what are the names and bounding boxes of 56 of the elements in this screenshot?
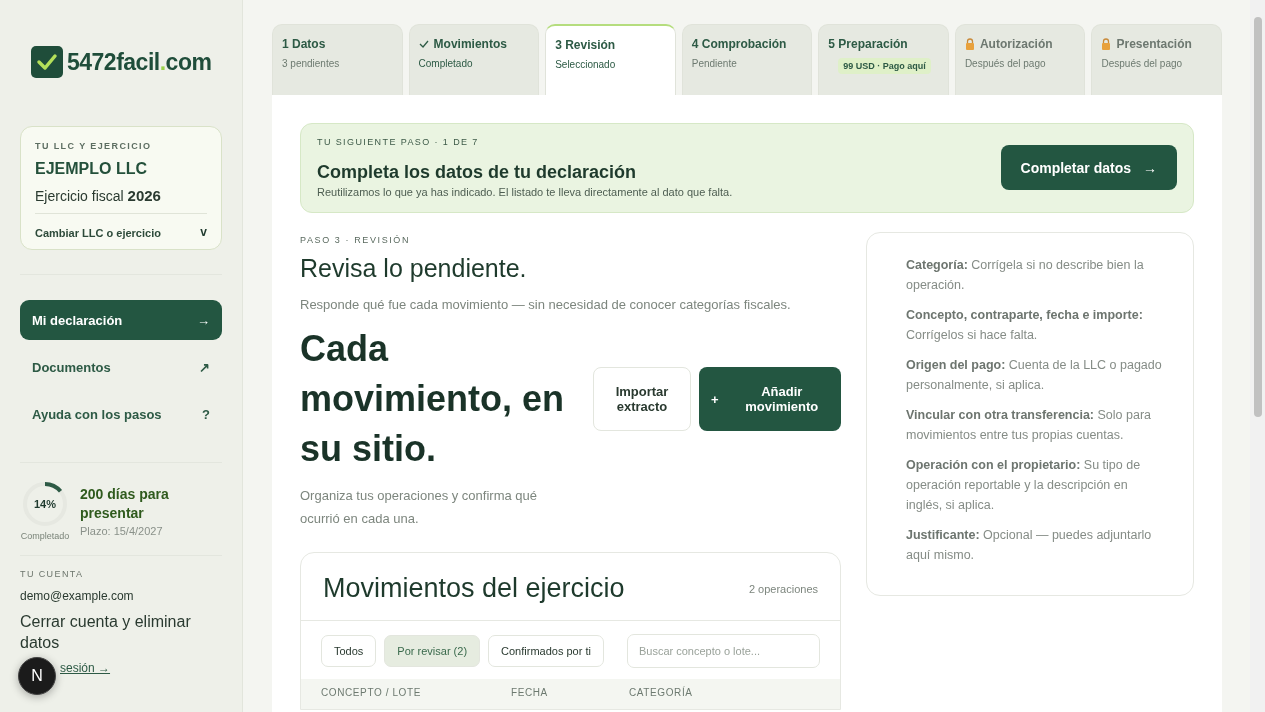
progress-caption: Completado bbox=[20, 531, 70, 541]
step-tab[interactable]: 4 Comprobación Pendiente bbox=[681, 24, 813, 95]
section-label: TU CUENTA bbox=[20, 569, 85, 579]
add-transaction-button[interactable]: + Añadir movimiento bbox=[699, 367, 841, 431]
step-tab[interactable]: Movimientos Completado bbox=[408, 24, 540, 95]
padlock-icon bbox=[1101, 38, 1112, 50]
column-header: CATEGORÍA bbox=[629, 687, 693, 700]
scrollbar[interactable] bbox=[1250, 0, 1265, 712]
deadline: Plazo: 15/4/2027 bbox=[80, 525, 164, 537]
help-text: Concepto, contraparte, fecha e importe: Corrígelos si hace falta. bbox=[906, 307, 1144, 344]
section-title: Revisa lo pendiente. bbox=[300, 254, 528, 283]
complete-data-button[interactable]: Completar datos → bbox=[1000, 145, 1177, 190]
help-text: Justificante: Opcional — puedes adjuntarlo aquí mismo. bbox=[906, 527, 1153, 564]
banner-label: TU SIGUIENTE PASO · 1 DE 7 bbox=[317, 137, 480, 147]
checkbox-logo-icon bbox=[31, 46, 63, 78]
step-tab[interactable]: Presentación Después del pago bbox=[1091, 24, 1223, 95]
nav-item[interactable]: Mi declaración → bbox=[20, 300, 222, 340]
search-field[interactable]: Buscar concepto o lote... bbox=[626, 634, 820, 668]
step-label: PASO 3 · REVISIÓN bbox=[300, 235, 412, 245]
llc-name: EJEMPLO LLC bbox=[35, 160, 148, 178]
delete-account-link[interactable]: Cerrar cuenta y eliminar datos bbox=[20, 611, 222, 653]
filter-chip[interactable]: Por revisar (2) bbox=[384, 635, 481, 667]
help-text: Categoría: Corrígela si no describe bien la operación. bbox=[906, 257, 1145, 294]
card-title: Movimientos del ejercicio bbox=[323, 573, 625, 604]
check-icon bbox=[418, 40, 429, 48]
step-tab[interactable]: 1 Datos 3 pendientes bbox=[272, 24, 403, 95]
help-text: Origen del pago: Cuenta de la LLC o pagado personalmente, si aplica. bbox=[906, 357, 1163, 394]
filter-chip[interactable]: Todos bbox=[321, 635, 377, 667]
filter-chip[interactable]: Confirmados por ti bbox=[488, 635, 604, 667]
brand-name: 5472facil.com bbox=[67, 48, 212, 76]
logout-link[interactable]: sesión → bbox=[60, 661, 111, 675]
description: Organiza tus operaciones y confirma qué ocurrió en cada una. bbox=[300, 487, 538, 528]
nav-item[interactable]: Ayuda con los pasos ? bbox=[20, 394, 222, 434]
nav-item[interactable]: Documentos ↗ bbox=[20, 347, 222, 387]
column-header: FECHA bbox=[511, 687, 549, 700]
chevron-icon[interactable]: v bbox=[200, 225, 207, 239]
card-label: TU LLC Y EJERCICIO bbox=[35, 141, 153, 151]
progress-percent: 14% bbox=[33, 497, 57, 512]
banner-title: Completa los datos de tu declaración bbox=[317, 162, 638, 183]
fiscal-year: Ejercicio fiscal 2026 bbox=[35, 187, 162, 204]
help-text: Vincular con otra transferencia: Solo para movimientos entre tus propias cuentas. bbox=[906, 407, 1152, 444]
days-remaining: 200 días para presentar bbox=[80, 485, 170, 523]
dev-tools-badge[interactable]: N bbox=[18, 657, 56, 695]
column-header: CONCEPTO / LOTE bbox=[321, 687, 422, 700]
switch-llc-link[interactable]: Cambiar LLC o ejercicio bbox=[35, 227, 161, 239]
padlock-icon bbox=[964, 38, 975, 50]
banner-text: Reutilizamos lo que ya has indicado. El listado te lleva directamente al dato que falta. bbox=[317, 186, 733, 198]
import-statement-button[interactable]: Importar extracto bbox=[593, 367, 691, 431]
transaction-count: 2 operaciones bbox=[748, 582, 818, 595]
help-text: Operación con el propietario: Su tipo de operación reportable y la descripción en inglés, si aplica. bbox=[906, 457, 1142, 514]
step-tab[interactable]: Autorización Después del pago bbox=[954, 24, 1086, 95]
headline: Cada movimiento, en su sitio. bbox=[300, 327, 566, 471]
account-email: demo@example.com bbox=[20, 589, 135, 603]
step-tab[interactable]: 3 Revisión Seleccionado bbox=[545, 24, 676, 95]
section-subtitle: Responde qué fue cada movimiento — sin necesidad de conocer categorías fiscales. bbox=[300, 297, 792, 312]
step-tab[interactable]: 5 Preparación 99 USD · Pago aquí bbox=[818, 24, 949, 95]
